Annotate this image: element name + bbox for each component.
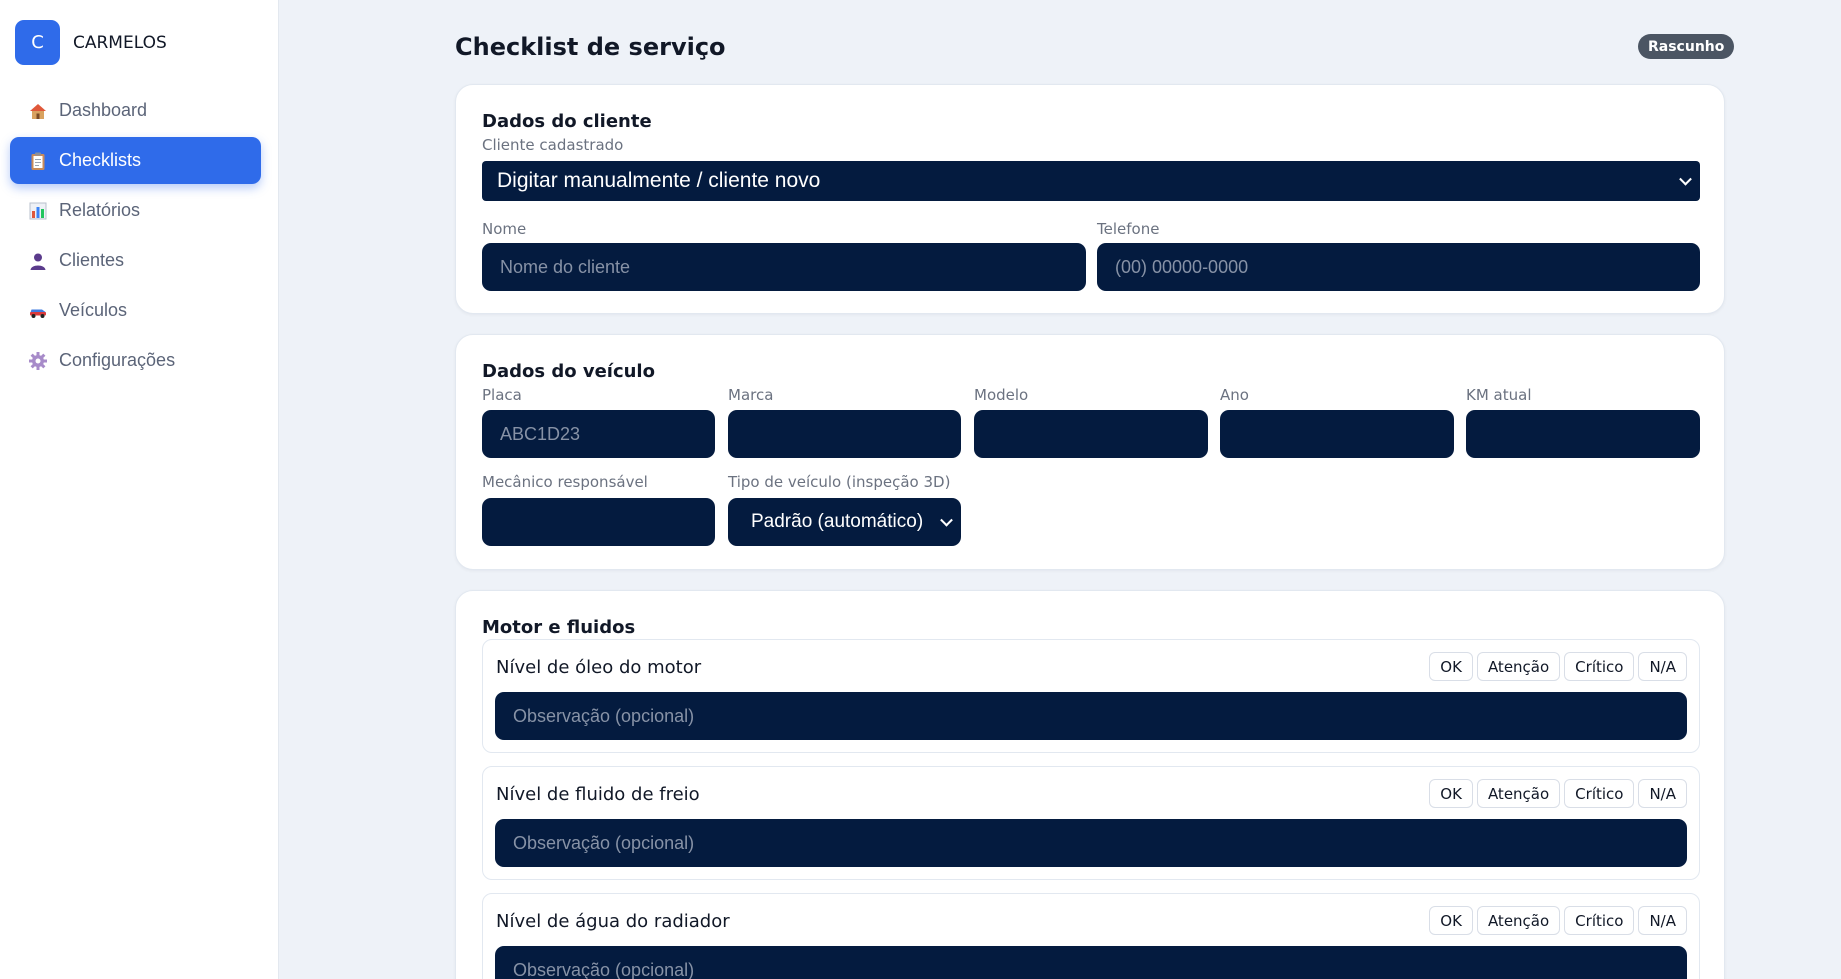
checklist-item: Nível de água do radiador OK Atenção Crí… <box>482 893 1700 979</box>
sidebar-item-label: Checklists <box>59 150 142 170</box>
option-critico[interactable]: Crítico <box>1564 652 1635 681</box>
chevron-down-icon <box>1679 172 1692 186</box>
option-atencao[interactable]: Atenção <box>1476 906 1561 935</box>
option-ok[interactable]: OK <box>1429 779 1473 808</box>
status-options: OK Atenção Crítico N/A <box>1425 779 1687 808</box>
status-options: OK Atenção Crítico N/A <box>1425 652 1687 681</box>
plate-placeholder: ABC1D23 <box>500 423 581 444</box>
car-icon <box>27 300 49 322</box>
name-placeholder: Nome do cliente <box>500 256 631 277</box>
year-input[interactable] <box>1220 410 1454 458</box>
vehicle-card: Dados do veículo Placa ABC1D23 Marca Mod… <box>455 334 1725 570</box>
phone-input[interactable]: (00) 00000-0000 <box>1097 243 1700 291</box>
sidebar-nav: Dashboard Checklists Relatórios Clientes… <box>10 87 261 387</box>
option-na[interactable]: N/A <box>1638 652 1687 681</box>
sidebar: C CARMELOS Dashboard Checklists Relatóri… <box>0 0 279 979</box>
brand-name: CARMELOS <box>73 32 167 53</box>
observation-input[interactable]: Observação (opcional) <box>495 946 1687 979</box>
name-input[interactable]: Nome do cliente <box>482 243 1086 291</box>
brand-label: Marca <box>728 386 774 404</box>
sidebar-item-clientes[interactable]: Clientes <box>10 237 261 284</box>
option-na[interactable]: N/A <box>1638 779 1687 808</box>
status-options: OK Atenção Crítico N/A <box>1425 906 1687 935</box>
checklist-item: Nível de fluido de freio OK Atenção Crít… <box>482 766 1700 880</box>
registered-client-label: Cliente cadastrado <box>482 136 624 154</box>
client-card-title: Dados do cliente <box>482 111 652 132</box>
observation-input[interactable]: Observação (opcional) <box>495 692 1687 740</box>
brand: C CARMELOS <box>15 20 167 65</box>
vehicle-type-select[interactable]: Padrão (automático) <box>728 498 961 546</box>
phone-placeholder: (00) 00000-0000 <box>1115 256 1249 277</box>
phone-label: Telefone <box>1097 220 1160 238</box>
brand-input[interactable] <box>728 410 961 458</box>
option-critico[interactable]: Crítico <box>1564 779 1635 808</box>
sidebar-item-dashboard[interactable]: Dashboard <box>10 87 261 134</box>
clipboard-icon <box>27 150 49 172</box>
house-icon <box>27 100 49 122</box>
checklist-item: Nível de óleo do motor OK Atenção Crític… <box>482 639 1700 753</box>
mechanic-input[interactable] <box>482 498 715 546</box>
km-label: KM atual <box>1466 386 1532 404</box>
status-badge: Rascunho <box>1638 34 1735 59</box>
engine-card-title: Motor e fluidos <box>482 617 636 638</box>
observation-placeholder: Observação (opcional) <box>513 705 695 726</box>
option-atencao[interactable]: Atenção <box>1476 652 1561 681</box>
client-card: Dados do cliente Cliente cadastrado Digi… <box>455 84 1725 314</box>
sidebar-item-checklists[interactable]: Checklists <box>10 137 261 184</box>
option-na[interactable]: N/A <box>1638 906 1687 935</box>
sidebar-item-veiculos[interactable]: Veículos <box>10 287 261 334</box>
model-label: Modelo <box>974 386 1029 404</box>
year-label: Ano <box>1220 386 1249 404</box>
registered-client-value: Digitar manualmente / cliente novo <box>497 169 821 192</box>
sidebar-item-label: Clientes <box>59 250 125 270</box>
brand-logo: C <box>15 20 60 65</box>
mechanic-label: Mecânico responsável <box>482 473 648 491</box>
name-label: Nome <box>482 220 527 238</box>
person-icon <box>27 250 49 272</box>
sidebar-item-label: Veículos <box>59 300 128 320</box>
vehicle-type-value: Padrão (automático) <box>751 511 924 532</box>
observation-placeholder: Observação (opcional) <box>513 832 695 853</box>
registered-client-select[interactable]: Digitar manualmente / cliente novo <box>482 161 1700 201</box>
sidebar-item-label: Relatórios <box>59 200 141 220</box>
sidebar-item-label: Dashboard <box>59 100 148 120</box>
sidebar-item-relatorios[interactable]: Relatórios <box>10 187 261 234</box>
page-title: Checklist de serviço <box>455 33 726 61</box>
km-input[interactable] <box>1466 410 1700 458</box>
plate-label: Placa <box>482 386 522 404</box>
vehicle-card-title: Dados do veículo <box>482 361 655 382</box>
checklist-item-label: Nível de água do radiador <box>496 911 730 932</box>
option-ok[interactable]: OK <box>1429 652 1473 681</box>
checklist-item-label: Nível de óleo do motor <box>496 657 702 678</box>
bar-chart-icon <box>27 200 49 222</box>
plate-input[interactable]: ABC1D23 <box>482 410 715 458</box>
sidebar-item-label: Configurações <box>59 350 176 370</box>
gear-icon <box>27 350 49 372</box>
observation-input[interactable]: Observação (opcional) <box>495 819 1687 867</box>
option-atencao[interactable]: Atenção <box>1476 779 1561 808</box>
observation-placeholder: Observação (opcional) <box>513 959 695 979</box>
checklist-item-label: Nível de fluido de freio <box>496 784 700 805</box>
chevron-down-icon <box>940 513 953 527</box>
vehicle-type-label: Tipo de veículo (inspeção 3D) <box>728 473 951 491</box>
option-ok[interactable]: OK <box>1429 906 1473 935</box>
model-input[interactable] <box>974 410 1208 458</box>
option-critico[interactable]: Crítico <box>1564 906 1635 935</box>
sidebar-item-configuracoes[interactable]: Configurações <box>10 337 261 384</box>
engine-fluids-card: Motor e fluidos Nível de óleo do motor O… <box>455 590 1725 979</box>
